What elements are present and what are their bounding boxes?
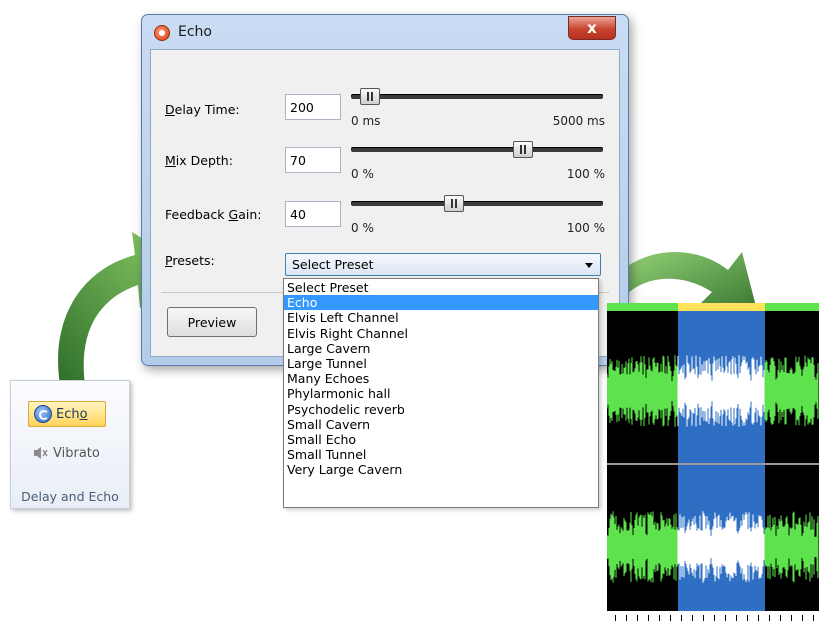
preset-option[interactable]: Elvis Right Channel (284, 326, 598, 341)
mix-depth-label: Mix Depth: (165, 153, 233, 168)
ruler-tick (659, 615, 660, 621)
slider-thumb[interactable] (513, 141, 534, 158)
feedback-gain-min-label: 0 % (351, 221, 374, 235)
mix-depth-max-label: 100 % (566, 167, 605, 181)
echo-effect-icon (154, 25, 170, 41)
ribbon-echo-label: Echo (56, 406, 88, 422)
presets-selected-value: Select Preset (292, 257, 374, 272)
ruler-tick (725, 615, 726, 621)
presets-select[interactable]: Select Preset (285, 253, 601, 276)
ruler-tick (747, 615, 748, 621)
delay-time-min-label: 0 ms (351, 114, 381, 128)
ruler-tick (626, 615, 627, 621)
waveform-channels (607, 355, 819, 583)
ruler-tick (791, 615, 792, 621)
preset-option[interactable]: Elvis Left Channel (284, 310, 598, 325)
selection-top-marker (678, 303, 765, 311)
time-ruler (607, 611, 819, 621)
preset-option[interactable]: Phylarmonic hall (284, 386, 598, 401)
slider-track (351, 147, 603, 152)
ribbon-group-delay-echo: Echo Vibrato Delay and Echo (10, 380, 130, 509)
ruler-tick (670, 615, 671, 621)
ruler-tick (648, 615, 649, 621)
feedback-gain-max-label: 100 % (566, 221, 605, 235)
slider-track (351, 201, 603, 206)
preset-option[interactable]: Large Cavern (284, 341, 598, 356)
delay-time-slider[interactable] (351, 88, 603, 105)
slider-track (351, 94, 603, 99)
preset-option[interactable]: Very Large Cavern (284, 462, 598, 477)
vibrato-speaker-icon (34, 447, 48, 459)
preset-option[interactable]: Small Cavern (284, 417, 598, 432)
slider-thumb[interactable] (443, 195, 464, 212)
mix-depth-slider[interactable] (351, 141, 603, 158)
ruler-tick (780, 615, 781, 621)
presets-label: Presets: (165, 253, 215, 268)
mix-depth-input[interactable]: 70 (285, 147, 341, 173)
preset-option[interactable]: Large Tunnel (284, 356, 598, 371)
ribbon-group-caption: Delay and Echo (21, 489, 119, 504)
close-icon: x (587, 19, 597, 37)
slider-thumb[interactable] (360, 88, 381, 105)
ruler-tick (692, 615, 693, 621)
preset-option[interactable]: Many Echoes (284, 371, 598, 386)
delay-time-label: Delay Time: (165, 102, 240, 117)
ribbon-echo-button[interactable]: Echo (28, 401, 106, 427)
preview-button[interactable]: Preview (167, 307, 257, 337)
preset-option[interactable]: Select Preset (284, 280, 598, 295)
ruler-tick (736, 615, 737, 621)
close-button[interactable]: x (568, 16, 616, 40)
ruler-tick (637, 615, 638, 621)
ruler-tick (758, 615, 759, 621)
echo-icon (34, 405, 52, 423)
ruler-tick (813, 615, 814, 621)
ruler-tick (802, 615, 803, 621)
feedback-gain-slider[interactable] (351, 195, 603, 212)
mix-depth-min-label: 0 % (351, 167, 374, 181)
ruler-tick (714, 615, 715, 621)
ruler-tick (769, 615, 770, 621)
ruler-tick (681, 615, 682, 621)
feedback-gain-label: Feedback Gain: (165, 207, 262, 222)
feedback-gain-input[interactable]: 40 (285, 201, 341, 227)
channel-divider (607, 463, 819, 465)
dialog-title: Echo (178, 24, 212, 40)
presets-dropdown-list[interactable]: Select Preset Echo Elvis Left Channel Elvis… (283, 278, 599, 508)
preset-option[interactable]: Small Echo (284, 432, 598, 447)
preset-option[interactable]: Echo (284, 295, 598, 311)
preset-option[interactable]: Psychodelic reverb (284, 402, 598, 417)
delay-time-max-label: 5000 ms (552, 114, 605, 128)
delay-time-input[interactable]: 200 (285, 94, 341, 120)
ribbon-vibrato-button[interactable]: Vibrato (28, 440, 128, 466)
waveform-view[interactable] (607, 303, 819, 621)
ruler-tick (703, 615, 704, 621)
ribbon-vibrato-label: Vibrato (53, 445, 100, 461)
dialog-title-bar[interactable]: Echo x (142, 15, 628, 49)
ruler-tick (615, 615, 616, 621)
preset-option[interactable]: Small Tunnel (284, 447, 598, 462)
chevron-down-icon (585, 263, 593, 268)
